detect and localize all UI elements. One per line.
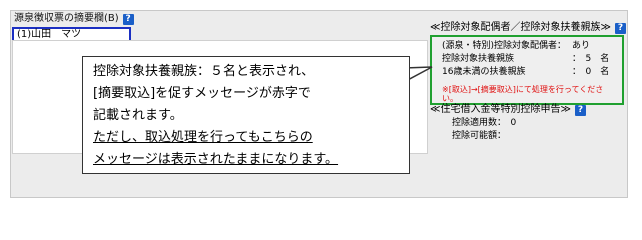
callout-line-3: 記載されます。 bbox=[93, 108, 183, 123]
memo-section-label: 源泉徴収票の摘要欄(B) bbox=[14, 13, 119, 24]
spouse-value: あり bbox=[572, 41, 591, 51]
help-icon[interactable]: ? bbox=[614, 22, 626, 34]
housing-loan-section-title: ≪住宅借入金等特別控除申告≫ bbox=[430, 104, 571, 115]
callout-line-4: ただし、取込処理を行ってもこちらの bbox=[93, 130, 313, 145]
import-warning-message: ※[取込]→[摘要取込]にて処理を行ってください。 bbox=[442, 85, 604, 103]
help-icon[interactable]: ? bbox=[574, 104, 586, 116]
memo-section-header: 源泉徴収票の摘要欄(B) ? bbox=[14, 12, 134, 26]
dependents-section-header: ≪控除対象配偶者／控除対象扶養親族≫ ? bbox=[430, 22, 626, 34]
dependents-summary-box: (源泉・特別)控除対象配偶者： あり 控除対象扶養親族 ： 5 名 16歳未満の… bbox=[430, 35, 624, 105]
help-icon[interactable]: ? bbox=[122, 13, 134, 25]
housing-loan-section-header: ≪住宅借入金等特別控除申告≫ ? bbox=[430, 104, 586, 116]
callout-line-1: 控除対象扶養親族：５名と表示され、 bbox=[93, 64, 315, 79]
memo-value: (1)山田 マツ bbox=[17, 29, 82, 40]
callout-line-2: [摘要取込]を促すメッセージが赤字で bbox=[93, 86, 311, 101]
dependents-row: 控除対象扶養親族 ： 5 名 bbox=[442, 54, 609, 65]
dependents-label: 控除対象扶養親族 bbox=[442, 54, 515, 64]
spouse-row: (源泉・特別)控除対象配偶者： あり bbox=[442, 41, 590, 52]
applicable-count-row: 控除適用数： 0 bbox=[452, 118, 517, 128]
under16-label: 16歳未満の扶養親族 bbox=[442, 67, 526, 77]
under16-row: 16歳未満の扶養親族 ： 0 名 bbox=[442, 67, 609, 78]
dependents-value: ： 5 名 bbox=[572, 54, 610, 64]
spouse-label: (源泉・特別)控除対象配偶者： bbox=[442, 41, 567, 51]
deductible-amount-row: 控除可能額： bbox=[452, 131, 507, 141]
annotation-callout: 控除対象扶養親族：５名と表示され、 [摘要取込]を促すメッセージが赤字で 記載さ… bbox=[82, 56, 410, 174]
callout-line-5: メッセージは表示されたままになります。 bbox=[93, 152, 339, 167]
dependents-section-title: ≪控除対象配偶者／控除対象扶養親族≫ bbox=[430, 22, 611, 33]
under16-value: ： 0 名 bbox=[572, 67, 610, 77]
